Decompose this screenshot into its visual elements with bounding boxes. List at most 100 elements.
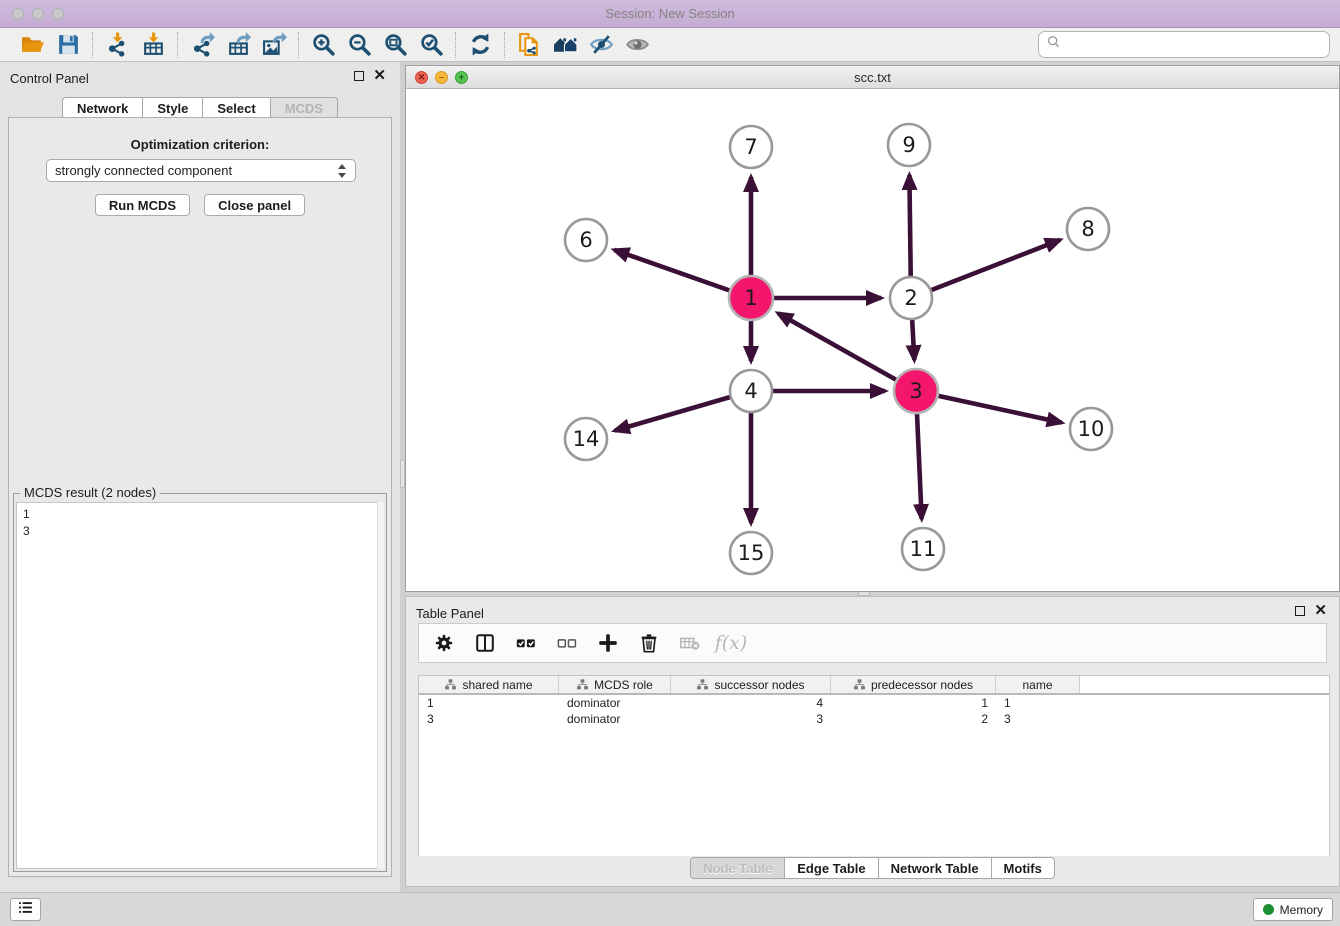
cell-MCDS-role[interactable]: dominator	[559, 712, 671, 726]
import-table-icon[interactable]	[138, 31, 168, 59]
run-mcds-button[interactable]: Run MCDS	[95, 194, 190, 216]
edge-1-6[interactable]	[614, 250, 729, 290]
dropdown-stepper-icon	[337, 163, 347, 179]
network-canvas[interactable]: 7 9 6 8 1 2 4 3 14 10 15 11	[406, 89, 1339, 591]
list-icon	[17, 899, 34, 921]
export-table-icon[interactable]	[223, 31, 253, 59]
column-header-name[interactable]: name	[996, 676, 1080, 693]
save-session-icon[interactable]	[53, 31, 83, 59]
export-image-icon[interactable]	[259, 31, 289, 59]
node-1[interactable]: 1	[729, 276, 773, 320]
network-window-title: scc.txt	[406, 70, 1339, 85]
node-2[interactable]: 2	[890, 277, 932, 319]
zoom-selected-icon[interactable]	[416, 31, 446, 59]
cell-name[interactable]: 1	[996, 696, 1080, 710]
import-network-icon[interactable]	[102, 31, 132, 59]
table-header-row: shared nameMCDS rolesuccessor nodesprede…	[419, 676, 1329, 695]
columns-icon[interactable]	[472, 630, 498, 656]
add-row-icon[interactable]	[595, 630, 621, 656]
tab-network-table[interactable]: Network Table	[879, 857, 992, 879]
node-9[interactable]: 9	[888, 124, 930, 166]
edge-3-1[interactable]	[778, 313, 896, 379]
apply-layout-icon[interactable]	[465, 31, 495, 59]
tab-edge-table[interactable]: Edge Table	[785, 857, 878, 879]
memory-button[interactable]: Memory	[1253, 898, 1333, 921]
float-panel-icon[interactable]	[354, 71, 364, 81]
cell-successor-nodes[interactable]: 3	[671, 712, 831, 726]
task-history-button[interactable]	[10, 898, 41, 921]
table-tabs: Node TableEdge TableNetwork TableMotifs	[406, 857, 1339, 879]
table-row[interactable]: 3dominator323	[419, 711, 1329, 727]
result-scrollbar[interactable]	[377, 502, 384, 869]
criterion-dropdown[interactable]: strongly connected component	[46, 159, 356, 182]
delete-row-icon[interactable]	[636, 630, 662, 656]
hide-graphics-details-icon[interactable]	[586, 31, 616, 59]
node-7[interactable]: 7	[730, 126, 772, 168]
cell-name[interactable]: 3	[996, 712, 1080, 726]
svg-text:15: 15	[738, 541, 765, 565]
cell-shared-name[interactable]: 1	[419, 696, 559, 710]
edge-4-14[interactable]	[615, 397, 730, 430]
tab-mcds[interactable]: MCDS	[271, 97, 338, 119]
mcds-result-node: 3	[23, 523, 377, 540]
node-14[interactable]: 14	[565, 418, 607, 460]
clone-network-icon[interactable]	[514, 31, 544, 59]
home-icon[interactable]	[550, 31, 580, 59]
tab-network[interactable]: Network	[62, 97, 143, 119]
close-panel-button[interactable]: Close panel	[204, 194, 305, 216]
memory-label: Memory	[1280, 903, 1323, 917]
svg-text:1: 1	[744, 286, 757, 310]
float-table-panel-icon[interactable]	[1295, 606, 1305, 616]
column-header-successor-nodes[interactable]: successor nodes	[671, 676, 831, 693]
node-10[interactable]: 10	[1070, 408, 1112, 450]
svg-text:10: 10	[1078, 417, 1105, 441]
table-toolbar: f(x)	[418, 623, 1327, 663]
column-header-predecessor-nodes[interactable]: predecessor nodes	[831, 676, 996, 693]
zoom-out-icon[interactable]	[344, 31, 374, 59]
mcds-result-node: 1	[23, 506, 377, 523]
node-3[interactable]: 3	[894, 369, 938, 413]
tab-motifs[interactable]: Motifs	[992, 857, 1055, 879]
node-15[interactable]: 15	[730, 532, 772, 574]
table-panel: Table Panel ✕ f(x) shared nameMCDS roles…	[405, 596, 1340, 887]
gear-icon[interactable]	[431, 630, 457, 656]
show-graphics-details-icon[interactable]	[622, 31, 652, 59]
node-8[interactable]: 8	[1067, 208, 1109, 250]
node-4[interactable]: 4	[730, 370, 772, 412]
column-header-MCDS-role[interactable]: MCDS role	[559, 676, 671, 693]
edge-3-11[interactable]	[917, 414, 922, 519]
node-11[interactable]: 11	[902, 528, 944, 570]
table-panel-title: Table Panel	[416, 606, 484, 621]
column-header-shared-name[interactable]: shared name	[419, 676, 559, 693]
close-panel-icon[interactable]: ✕	[373, 71, 386, 81]
export-network-icon[interactable]	[187, 31, 217, 59]
cell-predecessor-nodes[interactable]: 1	[831, 696, 996, 710]
edge-2-8[interactable]	[931, 240, 1060, 290]
cell-shared-name[interactable]: 3	[419, 712, 559, 726]
node-table[interactable]: shared nameMCDS rolesuccessor nodesprede…	[418, 675, 1330, 856]
table-row[interactable]: 1dominator411	[419, 695, 1329, 711]
deselect-all-icon[interactable]	[554, 630, 580, 656]
node-6[interactable]: 6	[565, 219, 607, 261]
zoom-fit-icon[interactable]	[380, 31, 410, 59]
tab-style[interactable]: Style	[143, 97, 203, 119]
edge-3-10[interactable]	[938, 396, 1061, 423]
search-input[interactable]	[1062, 35, 1329, 55]
edge-2-9[interactable]	[909, 175, 910, 276]
open-file-icon[interactable]	[17, 31, 47, 59]
edge-2-3[interactable]	[912, 320, 914, 360]
network-graph[interactable]: 7 9 6 8 1 2 4 3 14 10 15 11	[406, 89, 1339, 591]
svg-text:3: 3	[909, 379, 922, 403]
search-box[interactable]	[1038, 31, 1330, 58]
mcds-result-list[interactable]: 13	[16, 502, 384, 869]
close-table-panel-icon[interactable]: ✕	[1314, 606, 1327, 616]
cell-MCDS-role[interactable]: dominator	[559, 696, 671, 710]
tab-select[interactable]: Select	[203, 97, 270, 119]
zoom-in-icon[interactable]	[308, 31, 338, 59]
control-panel: Control Panel ✕ NetworkStyleSelectMCDS O…	[0, 62, 400, 892]
optimization-criterion-label: Optimization criterion:	[9, 137, 391, 152]
cell-predecessor-nodes[interactable]: 2	[831, 712, 996, 726]
tab-node-table[interactable]: Node Table	[690, 857, 785, 879]
cell-successor-nodes[interactable]: 4	[671, 696, 831, 710]
select-all-icon[interactable]	[513, 630, 539, 656]
